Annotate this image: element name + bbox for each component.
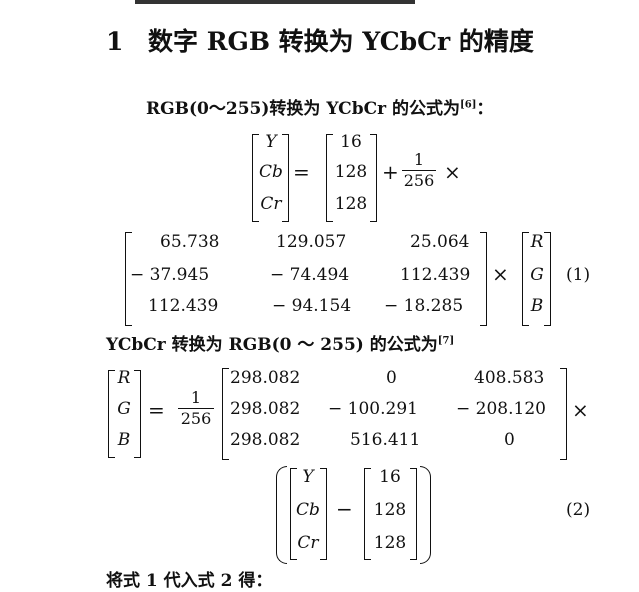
matrix-cell: 516.411 (350, 430, 421, 450)
matrix-cell: − 94.154 (272, 296, 352, 316)
citation-ref: [6] (460, 99, 477, 111)
matrix-cell: 25.064 (410, 232, 470, 252)
matrix-cell: 408.583 (474, 368, 545, 388)
matrix-cell: 65.738 (160, 232, 220, 252)
bracket-right (410, 468, 417, 560)
equation-number: (2) (566, 500, 591, 520)
vector-y: Y (302, 467, 314, 487)
times-sign: × (572, 398, 589, 422)
vector-r: R (117, 368, 131, 388)
offset-16: 16 (379, 467, 401, 487)
bracket-right (320, 468, 327, 560)
paren-left (276, 466, 287, 564)
fraction-numerator: 1 (178, 388, 214, 409)
matrix-cell: − 100.291 (328, 399, 418, 419)
matrix-cell: − 37.945 (130, 265, 210, 285)
bracket-right (370, 134, 377, 222)
matrix-cell: − 208.120 (456, 399, 546, 419)
offset-16: 16 (340, 132, 362, 152)
vector-b: B (117, 430, 131, 450)
vector-g: G (117, 399, 131, 419)
times-sign: × (444, 160, 461, 184)
matrix-cell: 112.439 (148, 296, 219, 316)
section-heading: 1 数字 RGB 转换为 YCbCr 的精度 (106, 22, 534, 58)
fraction-1-256: 1 256 (178, 388, 214, 429)
matrix-cell: − 74.494 (270, 265, 350, 285)
bracket-right (544, 232, 551, 326)
paragraph-rgb-to-ycbcr: RGB(0～255)转换为 YCbCr 的公式为[6]： (146, 94, 493, 119)
fraction-denominator: 256 (180, 409, 212, 428)
matrix-cell: 0 (386, 368, 397, 388)
equals-sign: = (293, 160, 310, 184)
fraction-numerator: 1 (402, 150, 436, 171)
vector-cr: Cr (297, 533, 319, 553)
vector-cr: Cr (260, 194, 282, 214)
bracket-right (282, 134, 289, 222)
vector-cb: Cb (259, 162, 283, 182)
vector-y: Y (265, 132, 277, 152)
paragraph-text: 将式 1 代入式 2 得： (106, 571, 273, 591)
matrix-cell: − 18.285 (384, 296, 464, 316)
offset-128: 128 (334, 194, 368, 214)
times-sign: × (492, 262, 509, 286)
matrix-cell: 129.057 (276, 232, 347, 252)
offset-128: 128 (373, 533, 407, 553)
paragraph-substitute: 将式 1 代入式 2 得： (106, 566, 272, 591)
vector-cb: Cb (296, 500, 320, 520)
paren-right (420, 466, 431, 564)
bracket-right (480, 232, 487, 326)
fraction-denominator: 256 (403, 171, 435, 190)
matrix-cell: 0 (504, 430, 515, 450)
paragraph-text: RGB(0～255)转换为 YCbCr 的公式为 (146, 99, 460, 119)
matrix-cell: 112.439 (400, 265, 471, 285)
section-number: 1 (106, 27, 124, 56)
paragraph-tail: ： (476, 99, 494, 119)
bracket-right (560, 368, 567, 460)
offset-128: 128 (334, 162, 368, 182)
fraction-1-256: 1 256 (402, 150, 436, 191)
offset-128: 128 (373, 500, 407, 520)
bracket-left (222, 368, 229, 460)
plus-sign: + (382, 160, 399, 184)
section-title: 数字 RGB 转换为 YCbCr 的精度 (148, 27, 534, 56)
paragraph-text: YCbCr 转换为 RGB(0 ～ 255) 的公式为 (106, 335, 438, 355)
paragraph-ycbcr-to-rgb: YCbCr 转换为 RGB(0 ～ 255) 的公式为[7] (106, 330, 454, 355)
bracket-right (134, 370, 141, 458)
matrix-cell: 298.082 (230, 368, 301, 388)
minus-sign: − (336, 497, 353, 521)
citation-ref: [7] (437, 335, 455, 347)
equation-number: (1) (566, 265, 591, 285)
matrix-cell: 298.082 (230, 399, 301, 419)
equals-sign: = (148, 398, 165, 422)
cropped-text-line (135, 0, 415, 4)
matrix-cell: 298.082 (230, 430, 301, 450)
